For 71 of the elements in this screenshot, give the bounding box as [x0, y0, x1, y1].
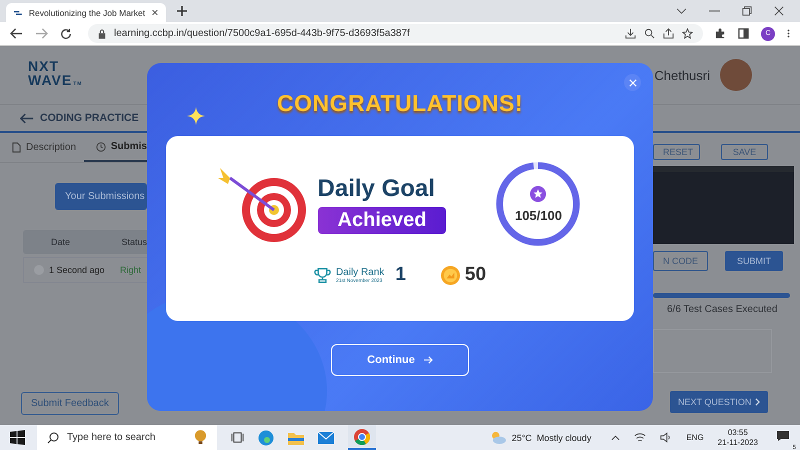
panel-tab[interactable]: Description — [0, 133, 84, 162]
clock-date[interactable]: 21-11-2023 — [718, 438, 758, 448]
clock-icon — [96, 142, 106, 152]
rank-value: 1 — [395, 264, 406, 286]
share-icon[interactable] — [663, 28, 674, 39]
new-tab-icon[interactable] — [176, 5, 188, 17]
achieved-label: Achieved — [318, 206, 446, 234]
site-icon — [14, 8, 22, 16]
network-icon[interactable] — [634, 432, 646, 443]
volume-icon[interactable] — [660, 432, 672, 443]
back-icon[interactable] — [10, 28, 23, 39]
zoom-icon[interactable] — [644, 28, 655, 39]
browser-tab[interactable]: Revolutionizing the Job Market — [6, 3, 166, 22]
submit-feedback-button[interactable]: Submit Feedback — [21, 392, 119, 415]
download-icon[interactable] — [625, 28, 636, 39]
editor-button[interactable]: SAVE — [721, 144, 768, 160]
chevron-right-icon — [755, 398, 760, 406]
reload-icon[interactable] — [60, 28, 72, 40]
table-row[interactable]: 1 Second ago Right — [23, 257, 147, 283]
coins-value: 50 — [464, 264, 486, 286]
star-icon[interactable] — [682, 28, 693, 39]
puzzle-icon[interactable] — [715, 28, 726, 39]
notification-icon[interactable] — [776, 430, 790, 442]
restore-icon[interactable] — [742, 6, 752, 16]
test-cases-text: 6/6 Test Cases Executed — [667, 304, 778, 315]
close-button[interactable] — [624, 74, 641, 91]
close-icon[interactable] — [152, 8, 158, 17]
next-question-button[interactable]: NEXT QUESTION — [670, 391, 768, 413]
minimize-icon[interactable] — [709, 10, 720, 12]
close-icon — [628, 78, 636, 86]
start-icon[interactable] — [10, 430, 25, 445]
document-icon — [12, 142, 21, 153]
sparkle-icon — [187, 107, 205, 125]
column-header: Status — [121, 237, 147, 247]
user-name: Chethusri — [654, 68, 710, 82]
tab-title: Revolutionizing the Job Market — [28, 8, 146, 18]
chevron-up-icon[interactable] — [611, 434, 620, 440]
cloud-icon — [490, 431, 507, 444]
temperature: 25°C — [512, 432, 532, 442]
folder-icon[interactable] — [288, 430, 304, 444]
menu-icon[interactable] — [787, 28, 790, 39]
arrow-right-icon — [422, 356, 433, 364]
close-icon[interactable] — [774, 6, 784, 16]
daily-rank-label: Daily Rank — [336, 266, 384, 278]
back-arrow-icon[interactable] — [20, 112, 34, 124]
coin-icon — [440, 266, 460, 284]
run-button[interactable]: N CODE — [653, 251, 708, 271]
goal-title: Daily Goal — [318, 174, 435, 202]
task-view-icon[interactable] — [231, 431, 244, 444]
sidebar-icon[interactable] — [738, 28, 749, 39]
goal-count: 105/100 — [514, 208, 562, 222]
mail-icon[interactable] — [318, 432, 334, 444]
column-header: Date — [51, 237, 72, 247]
your-submissions-button[interactable]: Your Submissions — [55, 183, 147, 210]
address-field[interactable]: learning.ccbp.in/question/7500c9a1-695d-443b-9f75-d3693f5a387f — [88, 24, 703, 43]
modal-title: CONGRATULATIONS! — [276, 90, 524, 117]
lock-icon — [98, 28, 106, 38]
status-cell: Right — [120, 265, 142, 275]
language-indicator[interactable]: ENG — [686, 433, 704, 442]
continue-button[interactable]: Continue — [331, 344, 469, 376]
search-icon — [47, 432, 59, 444]
taskbar-search-field[interactable]: Type here to search — [37, 425, 217, 450]
date-cell-text: 1 Second ago — [49, 265, 106, 275]
editor-button[interactable]: RESET — [653, 144, 700, 160]
browser-icon — [354, 428, 370, 444]
chevron-down-icon[interactable] — [676, 8, 687, 14]
trophy-icon — [314, 266, 331, 284]
weather-text: Mostly cloudy — [536, 432, 592, 442]
page-title: CODING PRACTICE — [40, 112, 139, 124]
clock-time[interactable]: 03:55 — [728, 428, 748, 438]
run-button[interactable]: SUBMIT — [725, 251, 784, 271]
